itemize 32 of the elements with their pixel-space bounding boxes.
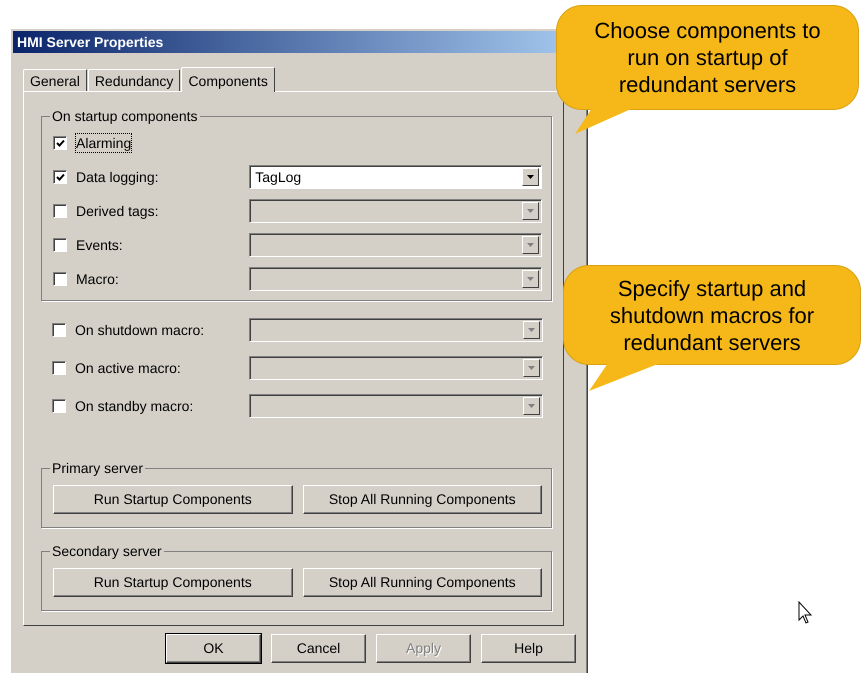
checkbox-label: Data logging: (76, 168, 160, 186)
group-label: On startup components (50, 108, 200, 124)
group-label: Primary server (50, 460, 146, 476)
checkbox-label: On standby macro: (75, 397, 194, 415)
dialog-button[interactable]: Cancel (271, 634, 366, 663)
checkbox[interactable] (52, 399, 66, 413)
checkbox-label: Events: (76, 236, 124, 254)
tab[interactable]: Redundancy (88, 69, 180, 91)
server-button[interactable]: Stop All Running Components (302, 485, 542, 514)
dialog-button[interactable]: OK (166, 634, 261, 663)
checkbox[interactable] (52, 361, 66, 375)
dropdown[interactable]: TagLog (249, 165, 542, 189)
group-label: Secondary server (50, 543, 164, 559)
cursor-icon (798, 601, 812, 625)
server-button[interactable]: Run Startup Components (53, 485, 292, 514)
server-button[interactable]: Run Startup Components (53, 568, 292, 597)
checkbox-label: Derived tags: (76, 202, 160, 220)
checkbox[interactable] (53, 238, 67, 252)
checkbox[interactable] (53, 204, 67, 218)
dialog-button[interactable]: Help (481, 634, 576, 663)
tab[interactable]: Components (181, 67, 275, 92)
checkbox-label: Macro: (76, 270, 120, 288)
dropdown-value: TagLog (254, 168, 302, 186)
checkbox-label: Alarming (76, 134, 132, 152)
checkbox[interactable] (53, 136, 67, 150)
tab[interactable]: General (23, 69, 87, 91)
checkbox-label: On shutdown macro: (75, 321, 206, 339)
server-button[interactable]: Stop All Running Components (302, 568, 542, 597)
checkbox[interactable] (52, 323, 66, 337)
checkbox[interactable] (53, 170, 67, 184)
checkbox-label: On active macro: (75, 359, 182, 377)
checkbox[interactable] (53, 272, 67, 286)
